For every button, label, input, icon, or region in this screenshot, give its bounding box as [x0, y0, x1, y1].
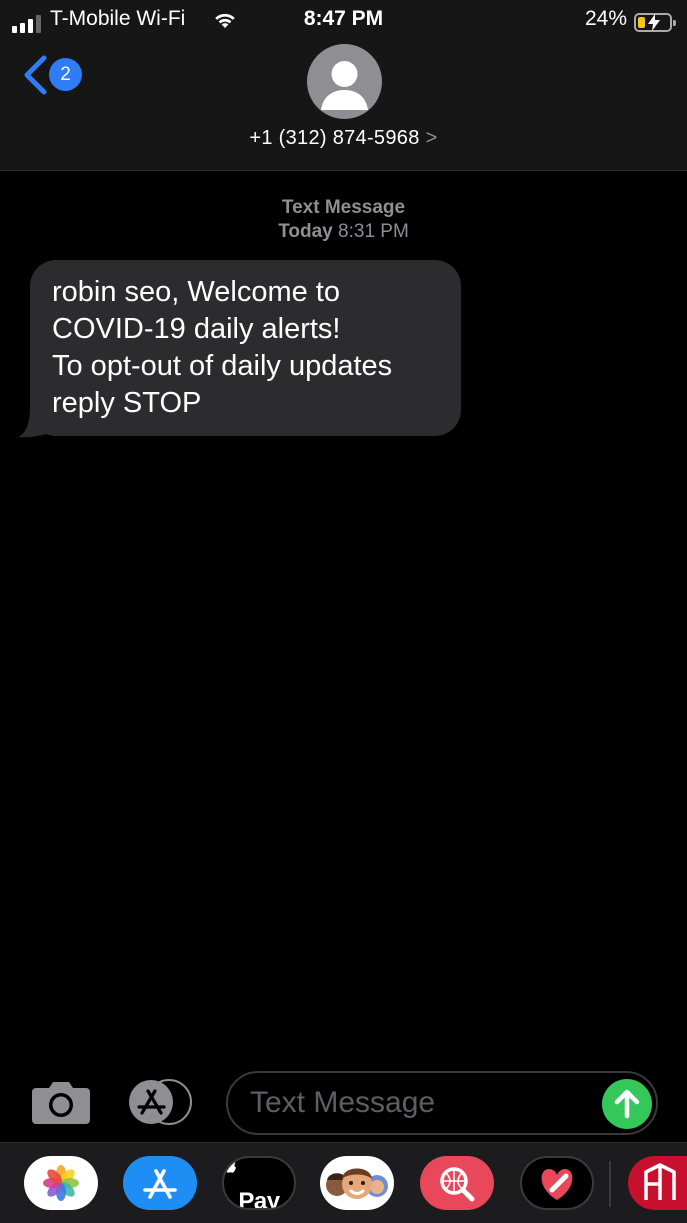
battery-percent: 24% [585, 7, 628, 30]
chevron-right-icon: > [425, 127, 438, 149]
web-search-app-button[interactable] [420, 1156, 494, 1210]
incoming-message-bubble[interactable]: robin seo, Welcome to COVID-19 daily ale… [30, 260, 461, 436]
time-label: 8:31 PM [338, 221, 409, 242]
photos-app-button[interactable] [24, 1156, 98, 1210]
apple-logo-icon [224, 1158, 236, 1173]
apple-pay-label: Pay [238, 1188, 280, 1210]
send-button[interactable] [602, 1079, 652, 1129]
extension-app-button[interactable] [628, 1156, 687, 1210]
message-line: To opt-out of daily updates [52, 350, 393, 382]
message-input[interactable] [250, 1083, 590, 1123]
digital-touch-app-button[interactable] [520, 1156, 594, 1210]
contact-name-button[interactable]: +1 (312) 874-5968 > [0, 127, 687, 150]
camera-button[interactable] [32, 1080, 90, 1129]
back-button[interactable] [22, 55, 48, 100]
message-timestamp: Text Message Today 8:31 PM [0, 196, 687, 244]
status-bar: T-Mobile Wi-Fi 8:47 PM 24% [0, 6, 687, 34]
day-label: Today [278, 221, 333, 242]
digital-touch-icon [541, 1169, 573, 1200]
apps-button[interactable] [128, 1079, 194, 1130]
message-line: robin seo, Welcome to [52, 276, 340, 308]
contact-avatar[interactable] [307, 44, 382, 119]
app-store-icon [143, 1169, 177, 1199]
photos-icon [43, 1165, 79, 1201]
person-silhouette-icon [321, 61, 368, 110]
building-app-icon [644, 1163, 676, 1200]
drawer-divider [609, 1161, 611, 1207]
conversation-header: T-Mobile Wi-Fi 8:47 PM 24% 2 +1 (312) 87… [0, 0, 687, 171]
bubble-tail [18, 405, 54, 438]
memoji-app-button[interactable] [320, 1156, 394, 1210]
battery-charging-icon [634, 13, 676, 32]
chevron-left-icon [24, 55, 47, 95]
apple-pay-icon: Pay [224, 1158, 294, 1208]
memoji-icon [326, 1168, 388, 1199]
app-store-app-button[interactable] [123, 1156, 197, 1210]
contact-name: +1 (312) 874-5968 [249, 127, 420, 149]
web-search-icon [440, 1167, 475, 1202]
apple-pay-app-button[interactable]: Pay [222, 1156, 296, 1210]
camera-icon [32, 1082, 90, 1124]
message-line: reply STOP [52, 387, 202, 419]
message-compose-field[interactable] [226, 1071, 658, 1135]
app-drawer: Pay [0, 1142, 687, 1223]
service-label: Text Message [281, 197, 406, 218]
message-line: COVID-19 daily alerts! [52, 313, 341, 345]
clock: 8:47 PM [303, 7, 384, 30]
arrow-up-icon [614, 1089, 640, 1119]
app-store-icon [129, 1079, 192, 1125]
unread-count-badge[interactable]: 2 [49, 58, 82, 91]
